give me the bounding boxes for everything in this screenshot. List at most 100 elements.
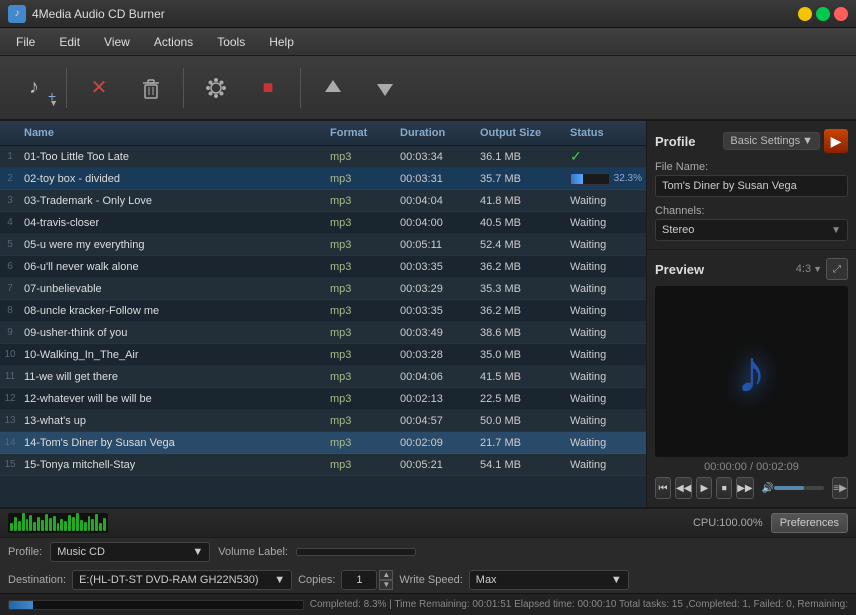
file-size: 35.3 MB [476,281,566,297]
file-size: 40.5 MB [476,215,566,231]
move-down-button[interactable] [361,64,409,112]
file-format: mp3 [326,347,396,363]
table-row[interactable]: 3 03-Trademark - Only Love mp3 00:04:04 … [0,190,646,212]
write-speed-select[interactable]: Max ▼ [469,570,629,590]
delete-button[interactable] [127,64,175,112]
toolbar-separator-2 [183,68,184,108]
table-row[interactable]: 6 06-u'll never walk alone mp3 00:03:35 … [0,256,646,278]
file-duration: 00:03:35 [396,303,476,319]
maximize-button[interactable] [816,7,830,21]
menu-help[interactable]: Help [257,31,306,53]
preferences-button[interactable]: Preferences [771,513,848,533]
play-button[interactable]: ▶ [696,477,712,499]
close-button[interactable] [834,7,848,21]
file-format: mp3 [326,171,396,187]
file-name: 01-Too Little Too Late [20,149,326,165]
waveform-bar [88,516,91,531]
file-size: 41.8 MB [476,193,566,209]
table-row[interactable]: 9 09-usher-think of you mp3 00:03:49 38.… [0,322,646,344]
row-number: 6 [0,259,20,274]
table-row[interactable]: 2 02-toy box - divided mp3 00:03:31 35.7… [0,168,646,190]
file-duration: 00:03:34 [396,149,476,165]
preview-expand-button[interactable]: ⤢ [826,258,848,280]
menu-file[interactable]: File [4,31,47,53]
stop-button[interactable]: ■ [244,64,292,112]
waveform-bar [60,519,63,531]
file-size: 36.1 MB [476,149,566,165]
copies-spinner[interactable]: ▲ ▼ [379,570,393,590]
start-button[interactable]: ▶ [824,129,848,153]
volume-icon: 🔊 [762,483,774,494]
table-row[interactable]: 14 14-Tom's Diner by Susan Vega mp3 00:0… [0,432,646,454]
channels-value: Stereo [662,224,694,236]
fast-forward-button[interactable]: ▶▶ [736,477,753,499]
rewind-button[interactable]: ◀◀ [675,477,692,499]
add-music-button[interactable]: ♪ + ▼ [10,64,58,112]
skip-back-button[interactable]: ⏮ [655,477,671,499]
copies-input[interactable]: 1 [341,570,377,590]
table-row[interactable]: 1 01-Too Little Too Late mp3 00:03:34 36… [0,146,646,168]
file-size: 52.4 MB [476,237,566,253]
menu-view[interactable]: View [92,31,142,53]
file-format: mp3 [326,215,396,231]
waveform-bar [29,515,32,531]
stop-preview-button[interactable]: ⏹ [716,477,732,499]
file-duration: 00:05:11 [396,237,476,253]
filelist-body[interactable]: 1 01-Too Little Too Late mp3 00:03:34 36… [0,146,646,507]
settings-button[interactable] [192,64,240,112]
row-number: 11 [0,369,20,384]
basic-settings-button[interactable]: Basic Settings ▼ [723,132,820,150]
waveform-bar [53,516,56,531]
file-format: mp3 [326,281,396,297]
filename-value: Tom's Diner by Susan Vega [655,175,848,197]
volume-label-input[interactable] [296,548,416,556]
music-note-icon: ♪ [737,337,767,406]
col-name: Name [20,125,326,141]
remove-button[interactable]: ✕ [75,64,123,112]
destination-select[interactable]: E:(HL-DT-ST DVD-RAM GH22N530) ▼ [72,570,292,590]
waveform-bar [14,517,17,531]
row-number: 9 [0,325,20,340]
mini-progress-bar [570,173,610,185]
status-waiting: Waiting [566,237,646,253]
file-size: 36.2 MB [476,259,566,275]
waveform-bar [76,513,79,531]
row-number: 10 [0,347,20,362]
file-duration: 00:02:09 [396,435,476,451]
table-row[interactable]: 5 05-u were my everything mp3 00:05:11 5… [0,234,646,256]
col-duration: Duration [396,125,476,141]
channels-select[interactable]: Stereo ▼ [655,219,848,241]
waveform-bar [37,517,40,531]
move-up-button[interactable] [309,64,357,112]
table-row[interactable]: 13 13-what's up mp3 00:04:57 50.0 MB Wai… [0,410,646,432]
menu-tools[interactable]: Tools [205,31,257,53]
profile-select[interactable]: Music CD ▼ [50,542,210,562]
copies-down-button[interactable]: ▼ [379,580,393,590]
menu-edit[interactable]: Edit [47,31,92,53]
table-row[interactable]: 8 08-uncle kracker-Follow me mp3 00:03:3… [0,300,646,322]
file-duration: 00:05:21 [396,457,476,473]
file-name: 11-we will get there [20,369,326,385]
row-number: 5 [0,237,20,252]
progress-percentage: 32.3% [614,173,642,184]
table-row[interactable]: 4 04-travis-closer mp3 00:04:00 40.5 MB … [0,212,646,234]
table-row[interactable]: 7 07-unbelievable mp3 00:03:29 35.3 MB W… [0,278,646,300]
profile-dropdown-icon: ▼ [192,546,203,558]
table-row[interactable]: 10 10-Walking_In_The_Air mp3 00:03:28 35… [0,344,646,366]
file-duration: 00:03:49 [396,325,476,341]
file-format: mp3 [326,391,396,407]
minimize-button[interactable] [798,7,812,21]
table-row[interactable]: 15 15-Tonya mitchell-Stay mp3 00:05:21 5… [0,454,646,476]
table-row[interactable]: 11 11-we will get there mp3 00:04:06 41.… [0,366,646,388]
audio-settings-button[interactable]: ≡▶ [832,477,848,499]
copies-label: Copies: [298,574,335,586]
arrow-up-icon [319,74,347,102]
trash-icon [138,75,164,101]
volume-slider[interactable] [774,486,824,490]
waveform-bar [84,522,87,531]
table-row[interactable]: 12 12-whatever will be will be mp3 00:02… [0,388,646,410]
options-bar: Profile: Music CD ▼ Volume Label: Destin… [0,537,856,593]
copies-up-button[interactable]: ▲ [379,570,393,580]
app-icon: ♪ [8,5,26,23]
menu-actions[interactable]: Actions [142,31,205,53]
